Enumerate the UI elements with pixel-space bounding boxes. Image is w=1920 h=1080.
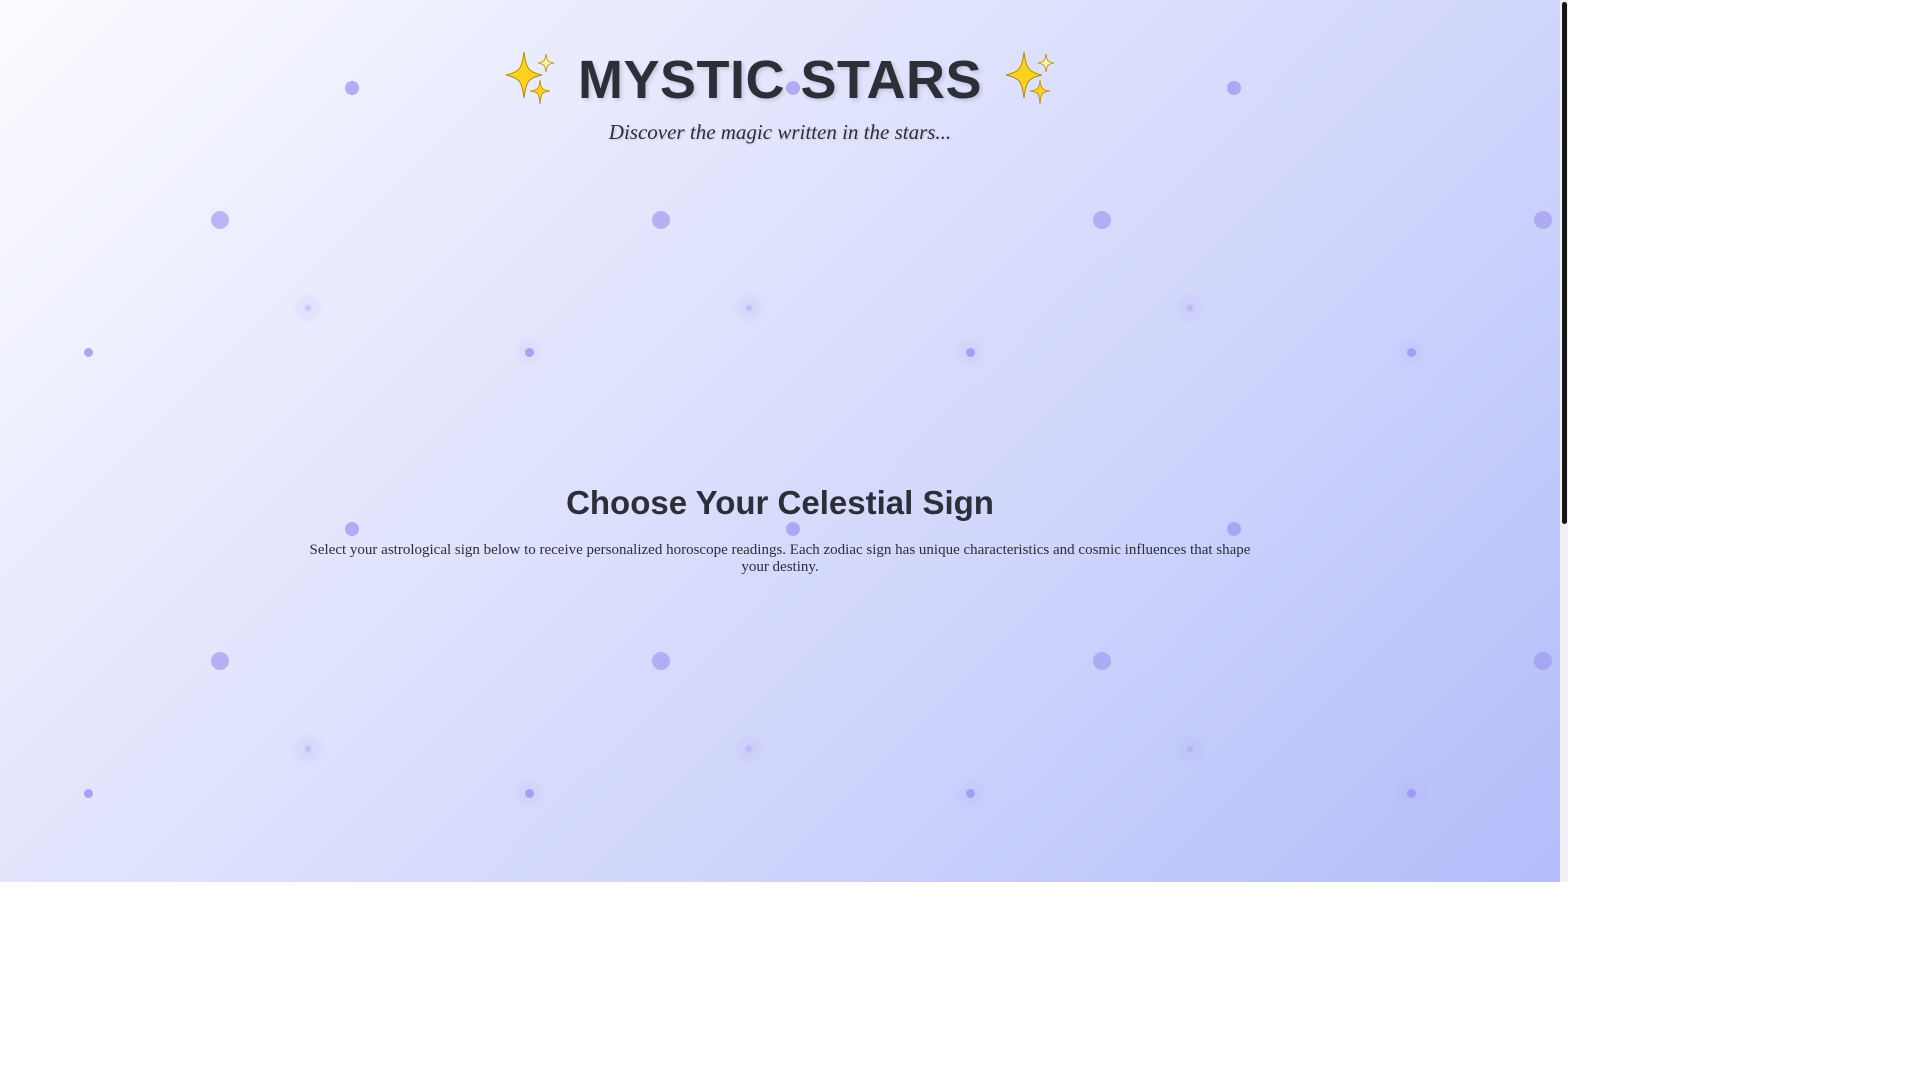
- star-dot: [1093, 652, 1111, 670]
- section-description: Select your astrological sign below to r…: [309, 542, 1251, 575]
- star-dot: [746, 746, 752, 752]
- star-dot: [1093, 211, 1111, 229]
- vertical-scrollbar[interactable]: [1560, 0, 1568, 882]
- star-dot: [1400, 341, 1422, 363]
- star-dot: [295, 736, 321, 762]
- star-dot: [211, 652, 229, 670]
- star-dot: [1406, 788, 1416, 798]
- page: MYSTIC STARS Discover the magic written …: [0, 0, 1568, 882]
- star-dot: [1177, 295, 1203, 321]
- scrollbar-thumb[interactable]: [1562, 2, 1567, 524]
- star-dot: [305, 305, 311, 311]
- section-title: Choose Your Celestial Sign: [566, 484, 994, 521]
- title-row: MYSTIC STARS: [0, 40, 1560, 120]
- star-dot: [295, 295, 321, 321]
- star-dot: [1187, 305, 1193, 311]
- star-dot: [746, 305, 752, 311]
- star-dot: [1534, 211, 1552, 229]
- site-header: MYSTIC STARS Discover the magic written …: [0, 40, 1560, 145]
- sign-selection-section: Choose Your Celestial Sign Select your a…: [300, 484, 1260, 576]
- star-dot: [518, 782, 540, 804]
- site-title: MYSTIC STARS: [577, 50, 982, 110]
- star-dot: [524, 347, 534, 357]
- star-dot: [736, 736, 762, 762]
- site-tagline: Discover the magic written in the stars.…: [608, 120, 952, 144]
- star-dot: [652, 211, 670, 229]
- star-dot: [524, 788, 534, 798]
- star-dot: [83, 788, 93, 798]
- sparkles-icon: [1002, 48, 1058, 113]
- sparkles-icon: [502, 48, 558, 113]
- star-dot: [652, 652, 670, 670]
- star-dot: [518, 341, 540, 363]
- star-dot: [1187, 746, 1193, 752]
- star-dot: [305, 746, 311, 752]
- star-dot: [1177, 736, 1203, 762]
- star-dot: [1406, 347, 1416, 357]
- star-dot: [211, 211, 229, 229]
- star-dot: [83, 347, 93, 357]
- star-dot: [965, 347, 975, 357]
- star-dot: [1534, 652, 1552, 670]
- star-dot: [959, 782, 981, 804]
- star-dot: [736, 295, 762, 321]
- star-dot: [965, 788, 975, 798]
- star-dot: [959, 341, 981, 363]
- star-dot: [1400, 782, 1422, 804]
